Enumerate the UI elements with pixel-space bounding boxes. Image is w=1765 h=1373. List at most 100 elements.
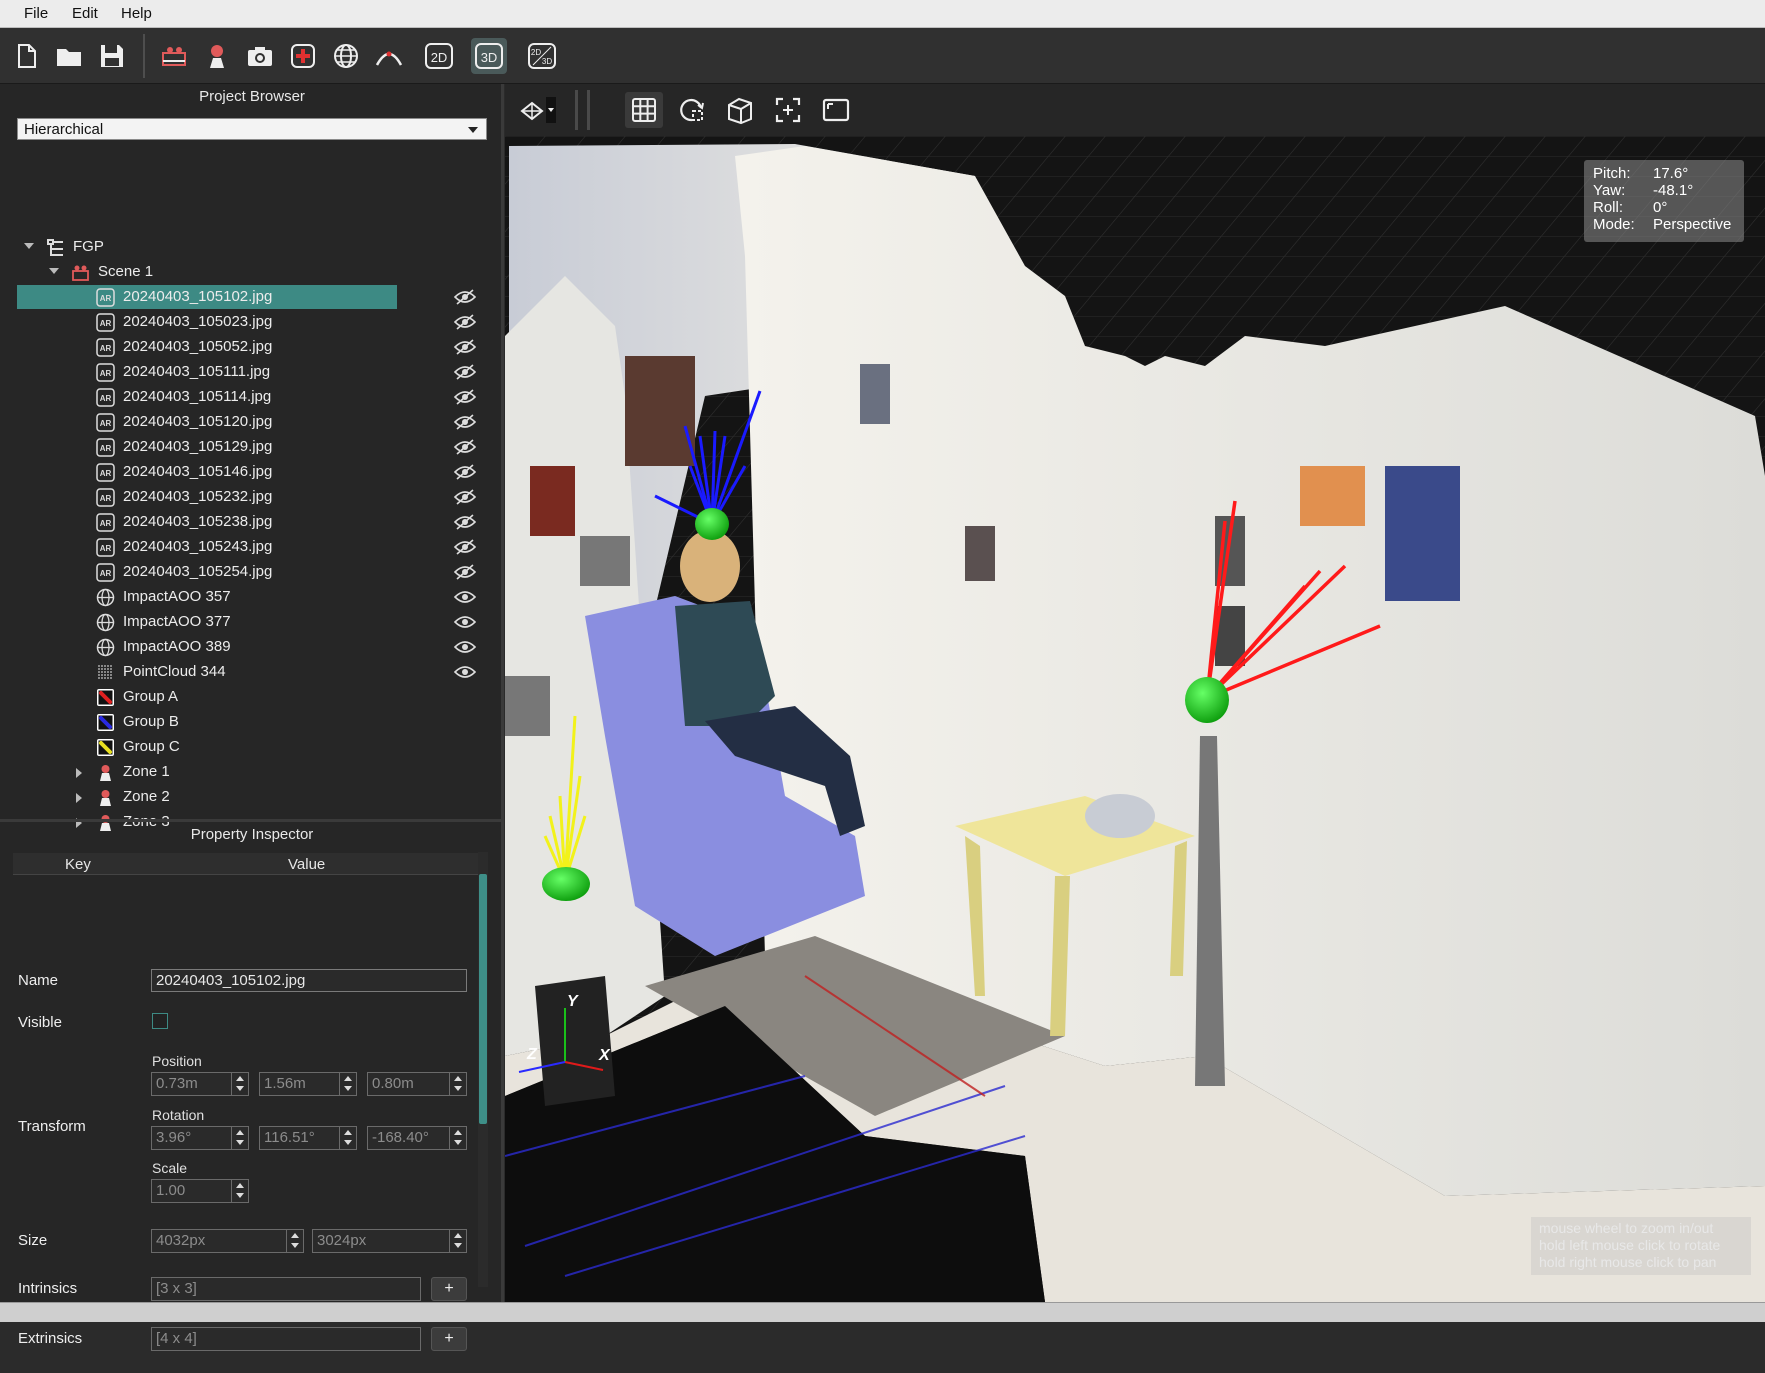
perspective-button[interactable]	[721, 92, 759, 128]
tree-item[interactable]: Group B	[0, 710, 504, 735]
tree-item[interactable]: Group A	[0, 685, 504, 710]
eye-hidden-icon[interactable]	[454, 489, 476, 505]
scrollbar-thumb[interactable]	[479, 874, 487, 1124]
spinner-icon[interactable]	[449, 1230, 466, 1252]
intrinsics-key: Intrinsics	[18, 1280, 78, 1297]
tree-item[interactable]: Group C	[0, 735, 504, 760]
spinner-icon[interactable]	[231, 1127, 248, 1149]
tree-item[interactable]: AR 20240403_105102.jpg	[0, 285, 504, 310]
eye-hidden-icon[interactable]	[454, 289, 476, 305]
tree-root[interactable]: FGP	[0, 235, 504, 260]
tree-item[interactable]: AR 20240403_105146.jpg	[0, 460, 504, 485]
tree-item[interactable]: AR 20240403_105232.jpg	[0, 485, 504, 510]
extrinsics-add-button[interactable]: +	[431, 1327, 467, 1351]
tree-item[interactable]: Zone 1	[0, 760, 504, 785]
camera-icon[interactable]	[242, 38, 278, 74]
mode-3d-button[interactable]: 3D	[471, 38, 507, 74]
spinner-icon[interactable]	[231, 1073, 248, 1095]
project-browser-title: Project Browser	[199, 88, 305, 105]
fullscreen-button[interactable]	[817, 92, 855, 128]
impact-marker-389[interactable]	[542, 867, 590, 901]
size-width-field[interactable]: 4032px	[151, 1229, 304, 1253]
spinner-icon[interactable]	[449, 1073, 466, 1095]
tree-item[interactable]: ImpactAOO 377	[0, 610, 504, 635]
eye-hidden-icon[interactable]	[454, 339, 476, 355]
tree-item[interactable]: AR 20240403_105120.jpg	[0, 410, 504, 435]
expand-arrow-icon[interactable]	[76, 793, 82, 803]
svg-text:AR: AR	[100, 394, 112, 403]
menu-edit[interactable]: Edit	[72, 5, 98, 22]
spinner-icon[interactable]	[286, 1230, 303, 1252]
eye-hidden-icon[interactable]	[454, 564, 476, 580]
tree-item[interactable]: AR 20240403_105023.jpg	[0, 310, 504, 335]
impact-icon[interactable]	[285, 38, 321, 74]
tree-item[interactable]: ImpactAOO 389	[0, 635, 504, 660]
eye-hidden-icon[interactable]	[454, 389, 476, 405]
position-z-field[interactable]: 0.80m	[367, 1072, 467, 1096]
expand-arrow-icon[interactable]	[24, 243, 34, 249]
tree-item[interactable]: PointCloud 344	[0, 660, 504, 685]
orbit-button[interactable]	[673, 92, 711, 128]
spinner-icon[interactable]	[231, 1180, 248, 1202]
impact-marker-377[interactable]	[1185, 677, 1229, 723]
intrinsics-add-button[interactable]: +	[431, 1277, 467, 1301]
tree-item-label: 20240403_105238.jpg	[123, 513, 273, 530]
rotation-y-field[interactable]: 116.51°	[259, 1126, 357, 1150]
position-y-field[interactable]: 1.56m	[259, 1072, 357, 1096]
tree-item[interactable]: AR 20240403_105111.jpg	[0, 360, 504, 385]
expand-arrow-icon[interactable]	[49, 268, 59, 274]
tree-item[interactable]: Zone 2	[0, 785, 504, 810]
scene-icon[interactable]	[156, 38, 192, 74]
intrinsics-field[interactable]: [3 x 3]	[151, 1277, 421, 1301]
tree-item[interactable]: AR 20240403_105238.jpg	[0, 510, 504, 535]
eye-icon[interactable]	[454, 639, 476, 655]
rotation-x-field[interactable]: 3.96°	[151, 1126, 249, 1150]
position-x-field[interactable]: 0.73m	[151, 1072, 249, 1096]
camera-mode-dropdown[interactable]	[513, 92, 563, 128]
view-mode-dropdown[interactable]: Hierarchical	[17, 118, 487, 140]
extrinsics-field[interactable]: [4 x 4]	[151, 1327, 421, 1351]
mode-2d3d-button[interactable]: 2D 3D	[524, 38, 560, 74]
eye-hidden-icon[interactable]	[454, 414, 476, 430]
property-scrollbar[interactable]	[478, 852, 488, 1287]
visible-checkbox[interactable]	[152, 1013, 168, 1029]
globe-icon[interactable]	[328, 38, 364, 74]
mode-2d-button[interactable]: 2D	[421, 38, 457, 74]
zone-icon[interactable]	[199, 38, 235, 74]
3d-viewport[interactable]: Y X Z	[505, 136, 1765, 1302]
tree-item[interactable]: AR 20240403_105114.jpg	[0, 385, 504, 410]
menu-help[interactable]: Help	[121, 5, 152, 22]
tree-scene[interactable]: Scene 1	[0, 260, 504, 285]
eye-hidden-icon[interactable]	[454, 439, 476, 455]
eye-hidden-icon[interactable]	[454, 539, 476, 555]
tree-item[interactable]: ImpactAOO 357	[0, 585, 504, 610]
spinner-icon[interactable]	[449, 1127, 466, 1149]
grid-toggle-button[interactable]	[625, 92, 663, 128]
tree-item[interactable]: AR 20240403_105254.jpg	[0, 560, 504, 585]
tree-item[interactable]: AR 20240403_105129.jpg	[0, 435, 504, 460]
spinner-icon[interactable]	[339, 1127, 356, 1149]
save-icon[interactable]	[94, 38, 130, 74]
menu-file[interactable]: File	[24, 5, 48, 22]
spinner-icon[interactable]	[339, 1073, 356, 1095]
name-field[interactable]: 20240403_105102.jpg	[151, 969, 467, 992]
expand-arrow-icon[interactable]	[76, 768, 82, 778]
size-height-field[interactable]: 3024px	[312, 1229, 467, 1253]
rotation-z-field[interactable]: -168.40°	[367, 1126, 467, 1150]
eye-hidden-icon[interactable]	[454, 514, 476, 530]
eye-icon[interactable]	[454, 664, 476, 680]
trajectory-icon[interactable]	[371, 38, 407, 74]
impact-marker-357[interactable]	[695, 508, 729, 540]
tree-item-label: Zone 1	[123, 763, 170, 780]
scale-field[interactable]: 1.00	[151, 1179, 249, 1203]
eye-hidden-icon[interactable]	[454, 314, 476, 330]
tree-item[interactable]: AR 20240403_105052.jpg	[0, 335, 504, 360]
eye-icon[interactable]	[454, 614, 476, 630]
tree-item[interactable]: AR 20240403_105243.jpg	[0, 535, 504, 560]
eye-hidden-icon[interactable]	[454, 364, 476, 380]
new-file-icon[interactable]	[8, 38, 44, 74]
eye-icon[interactable]	[454, 589, 476, 605]
open-folder-icon[interactable]	[51, 38, 87, 74]
eye-hidden-icon[interactable]	[454, 464, 476, 480]
fit-view-button[interactable]	[769, 92, 807, 128]
